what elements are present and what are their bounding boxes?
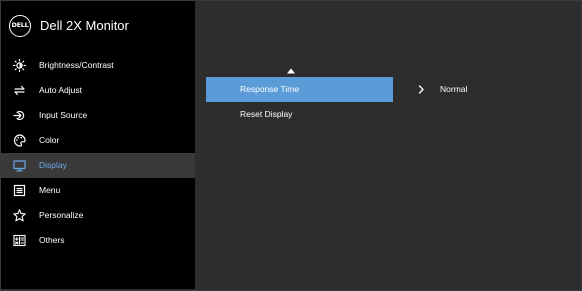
option-label: Response Time bbox=[240, 84, 300, 94]
submenu-panel: Response Time Reset Display Normal bbox=[196, 1, 581, 289]
sidebar-item-label: Auto Adjust bbox=[39, 85, 83, 95]
sidebar-item-menu[interactable]: Menu bbox=[1, 178, 195, 203]
sidebar-item-label: Brightness/Contrast bbox=[39, 60, 114, 70]
sidebar-item-label: Input Source bbox=[39, 110, 88, 120]
sidebar-item-personalize[interactable]: Personalize bbox=[1, 203, 195, 228]
monitor-osd: DELL Dell 2X Monitor Brightness/Contrast… bbox=[0, 0, 582, 291]
sidebar-item-color[interactable]: Color bbox=[1, 128, 195, 153]
star-icon bbox=[13, 209, 26, 222]
others-icon bbox=[13, 234, 26, 247]
value-label: Normal bbox=[440, 84, 468, 94]
sidebar-item-input-source[interactable]: Input Source bbox=[1, 103, 195, 128]
color-icon bbox=[13, 134, 26, 147]
option-reset-display[interactable]: Reset Display bbox=[206, 102, 393, 127]
sidebar-item-label: Display bbox=[39, 160, 67, 170]
sidebar-item-label: Color bbox=[39, 135, 60, 145]
brightness-icon bbox=[13, 59, 26, 72]
sidebar-item-label: Menu bbox=[39, 185, 61, 195]
dell-logo: DELL bbox=[9, 15, 31, 37]
sidebar-item-display[interactable]: Display bbox=[1, 153, 195, 178]
monitor-title: Dell 2X Monitor bbox=[40, 18, 129, 33]
option-response-time[interactable]: Response Time bbox=[206, 77, 393, 102]
sidebar-item-brightness-contrast[interactable]: Brightness/Contrast bbox=[1, 53, 195, 78]
sidebar-item-label: Others bbox=[39, 235, 65, 245]
header: DELL Dell 2X Monitor bbox=[1, 1, 195, 53]
input-source-icon bbox=[13, 109, 26, 122]
sidebar-item-label: Personalize bbox=[39, 210, 84, 220]
scroll-up-arrow-icon[interactable] bbox=[286, 61, 296, 74]
auto-adjust-icon bbox=[13, 84, 26, 97]
chevron-right-icon bbox=[416, 77, 428, 102]
sidebar: DELL Dell 2X Monitor Brightness/Contrast… bbox=[1, 1, 195, 289]
option-label: Reset Display bbox=[240, 109, 293, 119]
sidebar-item-others[interactable]: Others bbox=[1, 228, 195, 253]
sidebar-item-auto-adjust[interactable]: Auto Adjust bbox=[1, 78, 195, 103]
display-icon bbox=[13, 159, 26, 172]
menu-icon bbox=[13, 184, 26, 197]
